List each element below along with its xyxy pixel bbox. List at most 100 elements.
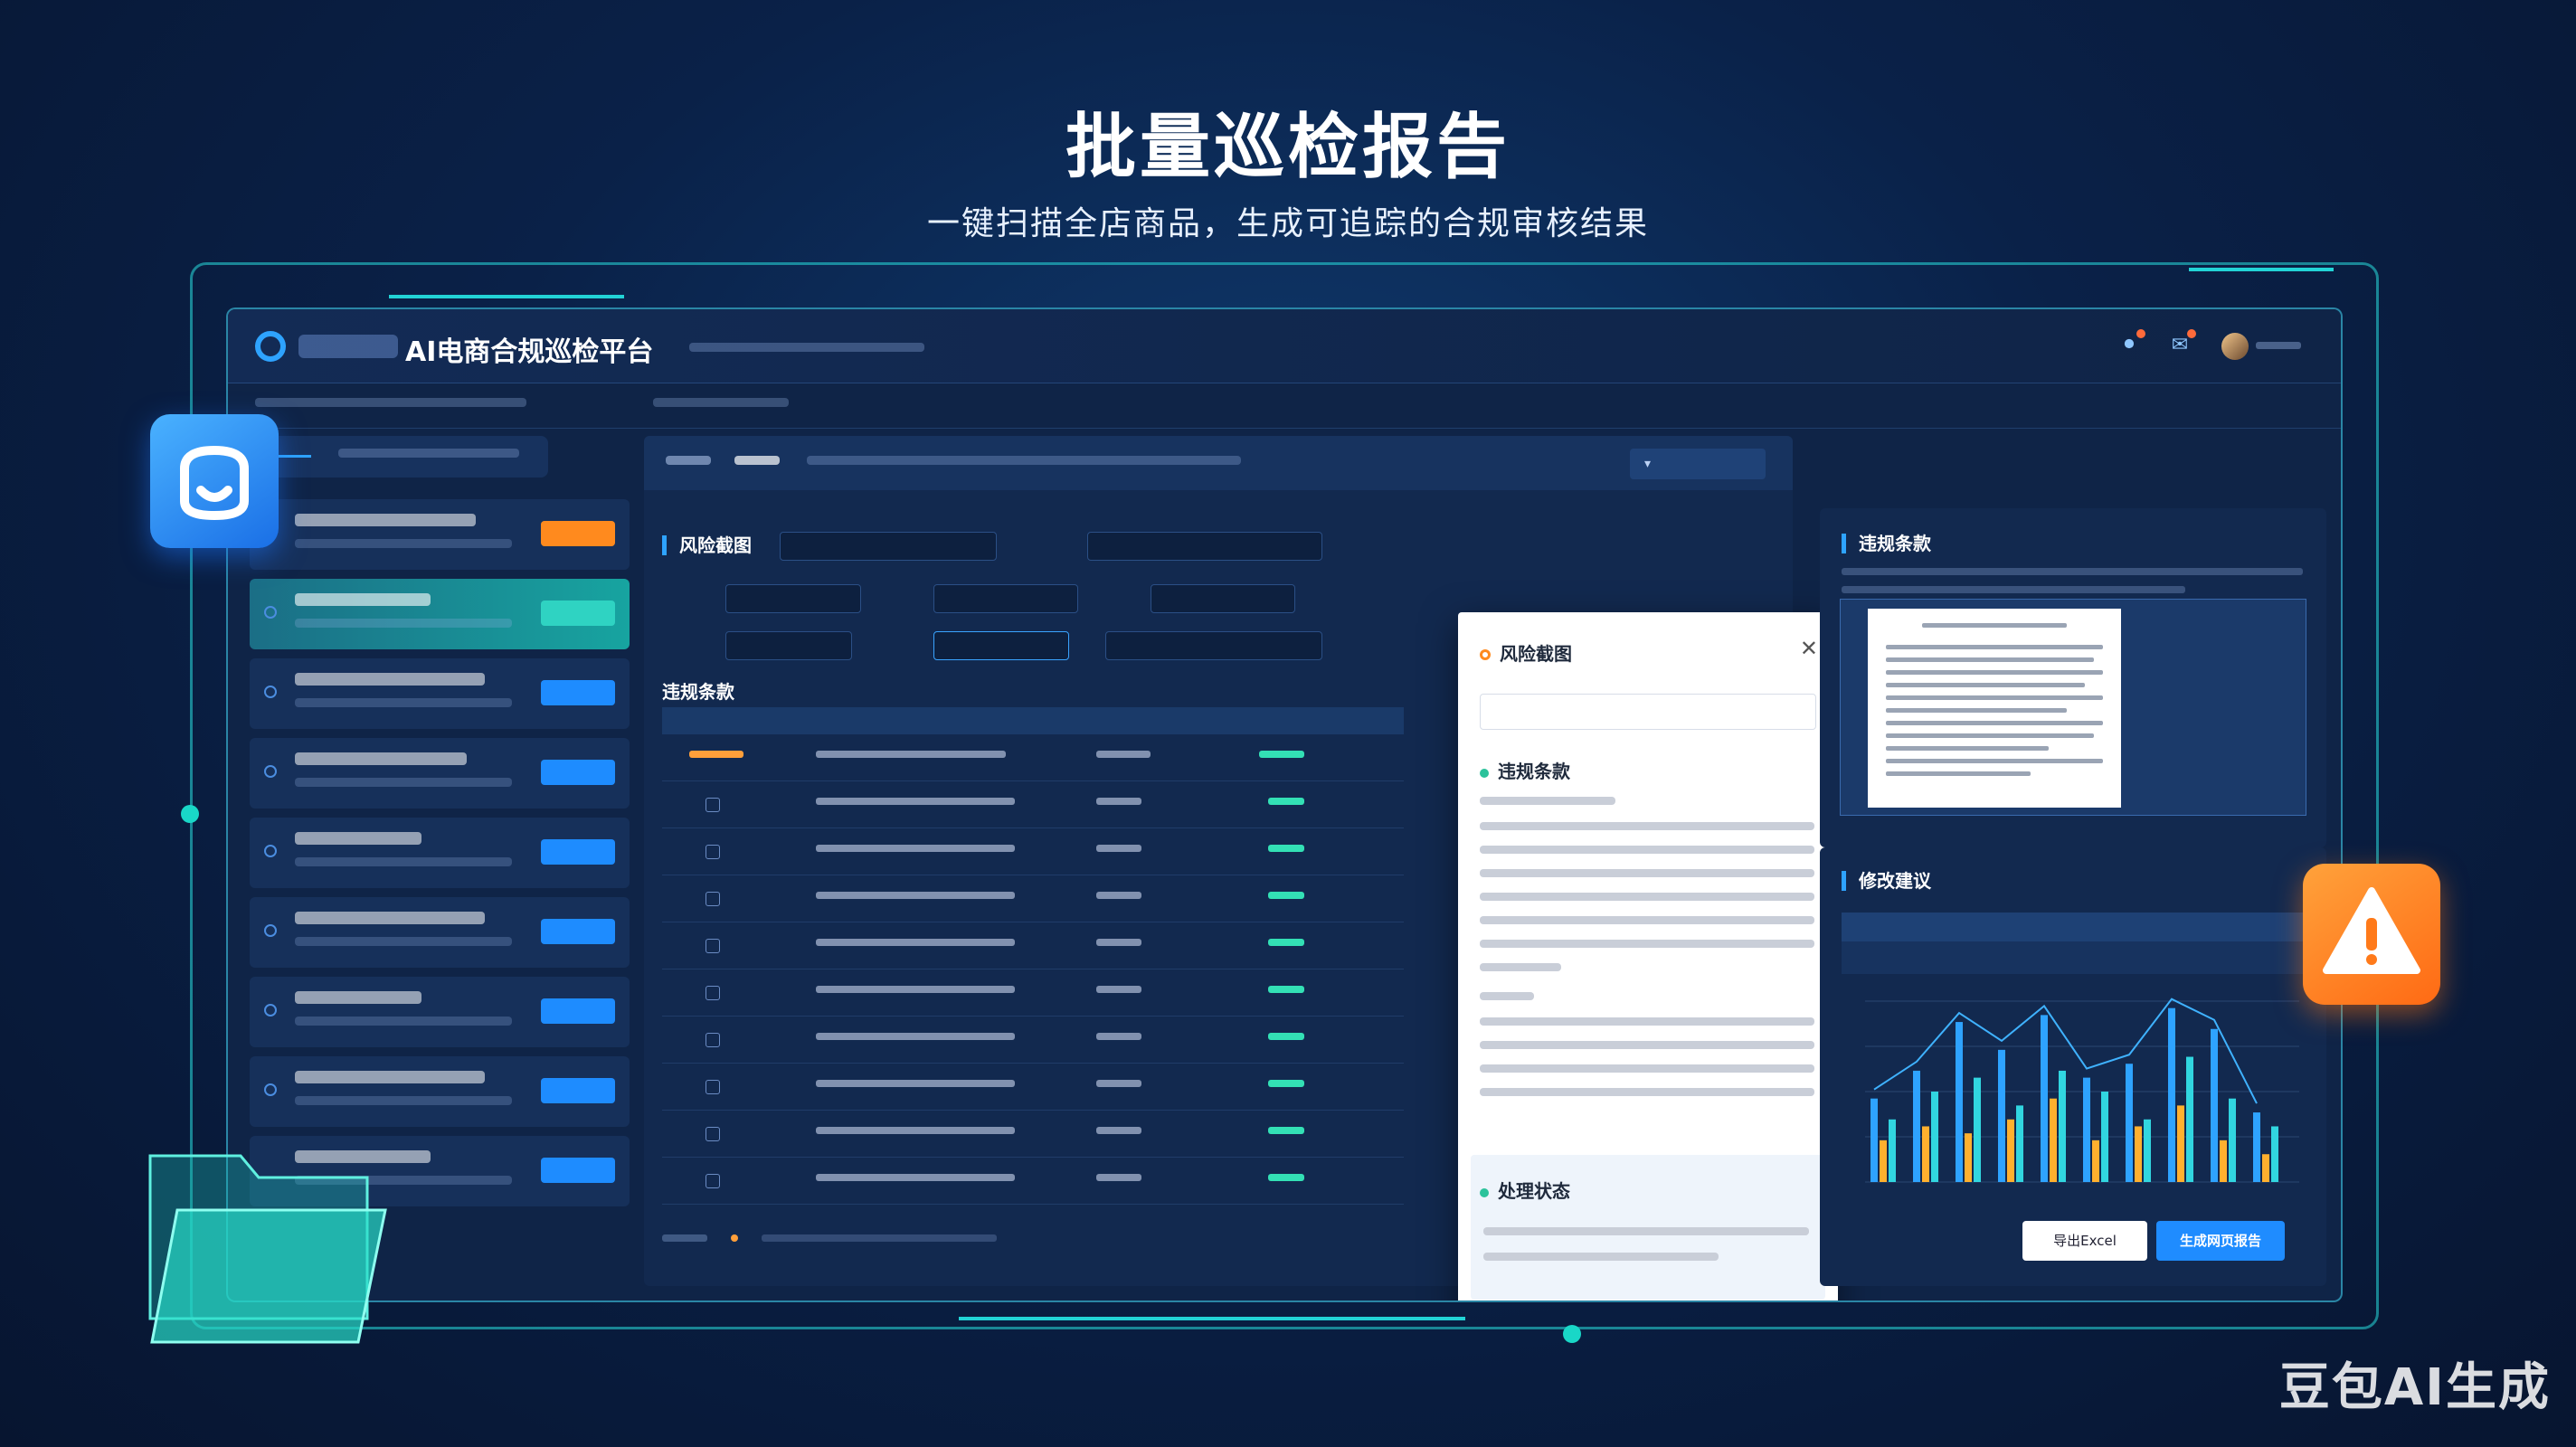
view-link[interactable] xyxy=(1268,939,1304,946)
table-row[interactable] xyxy=(662,1064,1404,1111)
filter-select[interactable] xyxy=(1105,631,1322,660)
view-link[interactable] xyxy=(1268,1033,1304,1040)
violation-type xyxy=(1096,1080,1141,1087)
shop-name xyxy=(295,832,421,845)
table-row[interactable] xyxy=(662,922,1404,969)
sort-select[interactable]: ▾ xyxy=(1630,449,1766,479)
item-checkbox[interactable] xyxy=(264,765,277,778)
filter-tab-group[interactable] xyxy=(807,456,1241,465)
violation-type xyxy=(1096,892,1141,899)
view-link[interactable] xyxy=(1268,845,1304,852)
page-current[interactable] xyxy=(731,1234,739,1242)
chart-bar xyxy=(1974,1077,1981,1182)
filter-select[interactable] xyxy=(1151,584,1295,613)
nav-dropdown[interactable] xyxy=(653,398,789,407)
view-link[interactable] xyxy=(1268,1174,1304,1181)
inspect-button[interactable] xyxy=(541,1158,615,1183)
user-menu[interactable] xyxy=(2256,338,2301,353)
list-item[interactable] xyxy=(250,738,630,809)
table-row[interactable] xyxy=(662,875,1404,922)
view-link[interactable] xyxy=(1268,798,1304,805)
list-item[interactable] xyxy=(250,658,630,729)
table-row[interactable] xyxy=(662,1158,1404,1205)
view-link[interactable] xyxy=(1268,986,1304,993)
shop-meta xyxy=(295,619,512,628)
nav-item[interactable] xyxy=(255,398,526,407)
row-checkbox[interactable] xyxy=(706,845,720,859)
filter-tab-active[interactable] xyxy=(734,456,780,465)
row-checkbox[interactable] xyxy=(706,892,720,906)
row-checkbox[interactable] xyxy=(706,1080,720,1094)
table-row[interactable] xyxy=(662,734,1404,781)
chart-bar xyxy=(2135,1126,2142,1182)
page-links[interactable] xyxy=(762,1234,998,1242)
inspect-button[interactable] xyxy=(541,998,615,1024)
chart-bar xyxy=(2229,1098,2236,1182)
table-row[interactable] xyxy=(1842,941,2303,974)
inspect-button[interactable] xyxy=(541,919,615,944)
table-row[interactable] xyxy=(662,1017,1404,1064)
row-checkbox[interactable] xyxy=(706,1033,720,1047)
view-link[interactable] xyxy=(1268,1080,1304,1087)
inspect-button[interactable] xyxy=(541,760,615,785)
item-checkbox[interactable] xyxy=(264,1004,277,1017)
row-checkbox[interactable] xyxy=(706,1127,720,1141)
filter-select[interactable] xyxy=(725,584,861,613)
export-excel-button[interactable]: 导出Excel xyxy=(2022,1221,2147,1261)
text-line xyxy=(1480,1064,1814,1073)
item-checkbox[interactable] xyxy=(264,606,277,619)
generate-report-button[interactable]: 生成网页报告 xyxy=(2156,1221,2285,1261)
list-item[interactable] xyxy=(250,977,630,1047)
table-row[interactable] xyxy=(662,969,1404,1017)
list-item[interactable] xyxy=(250,897,630,968)
app-window: AI电商合规巡检平台 ⚫ ✉ ▾ 风险截图 违规条款 风险截图 ✕ 违规条款 处… xyxy=(226,307,2343,1302)
item-checkbox[interactable] xyxy=(264,845,277,857)
list-item[interactable] xyxy=(250,818,630,888)
shop-meta xyxy=(295,698,512,707)
filter-tab[interactable] xyxy=(666,456,711,465)
list-item-selected[interactable] xyxy=(250,579,630,649)
row-checkbox[interactable] xyxy=(706,798,720,812)
inspect-button[interactable] xyxy=(541,601,615,626)
text-line xyxy=(1480,992,1534,1000)
inspect-button[interactable] xyxy=(541,1078,615,1103)
date-input[interactable] xyxy=(933,631,1069,660)
violation-clause-title: 违规条款 xyxy=(1842,534,1931,553)
row-checkbox[interactable] xyxy=(706,1174,720,1188)
filter-tabs: ▾ xyxy=(644,436,1793,490)
inspect-button[interactable] xyxy=(541,521,615,546)
row-checkbox[interactable] xyxy=(706,986,720,1000)
table-row[interactable] xyxy=(662,828,1404,875)
report-preview[interactable] xyxy=(1840,599,2306,816)
list-item[interactable] xyxy=(250,499,630,570)
filter-select[interactable] xyxy=(725,631,852,660)
popup-select[interactable] xyxy=(1480,694,1816,730)
filter-select[interactable] xyxy=(933,584,1078,613)
notification-badge xyxy=(2136,329,2145,338)
sidebar-tab[interactable] xyxy=(338,449,519,458)
item-checkbox[interactable] xyxy=(264,1083,277,1096)
item-checkbox[interactable] xyxy=(264,924,277,937)
view-link[interactable] xyxy=(1268,1127,1304,1134)
view-link[interactable] xyxy=(1268,892,1304,899)
shop-name xyxy=(295,514,476,526)
chart-bar xyxy=(2041,1015,2048,1182)
table-row[interactable] xyxy=(662,781,1404,828)
item-checkbox[interactable] xyxy=(264,686,277,698)
violation-type xyxy=(1096,751,1151,758)
avatar[interactable] xyxy=(2221,333,2249,360)
row-checkbox[interactable] xyxy=(706,939,720,953)
close-icon[interactable]: ✕ xyxy=(1800,636,1818,661)
sidebar-tab-active[interactable] xyxy=(275,449,311,458)
search-input[interactable] xyxy=(780,532,997,561)
view-link[interactable] xyxy=(1259,751,1304,758)
inspect-button[interactable] xyxy=(541,839,615,865)
inspect-button[interactable] xyxy=(541,680,615,705)
table-row[interactable] xyxy=(662,1111,1404,1158)
folder-icon xyxy=(141,1138,394,1348)
category-select[interactable] xyxy=(1087,532,1322,561)
violation-detail xyxy=(816,1127,1015,1134)
list-item[interactable] xyxy=(250,1056,630,1127)
shop-bag-icon xyxy=(150,414,279,548)
violation-type xyxy=(1096,1033,1141,1040)
